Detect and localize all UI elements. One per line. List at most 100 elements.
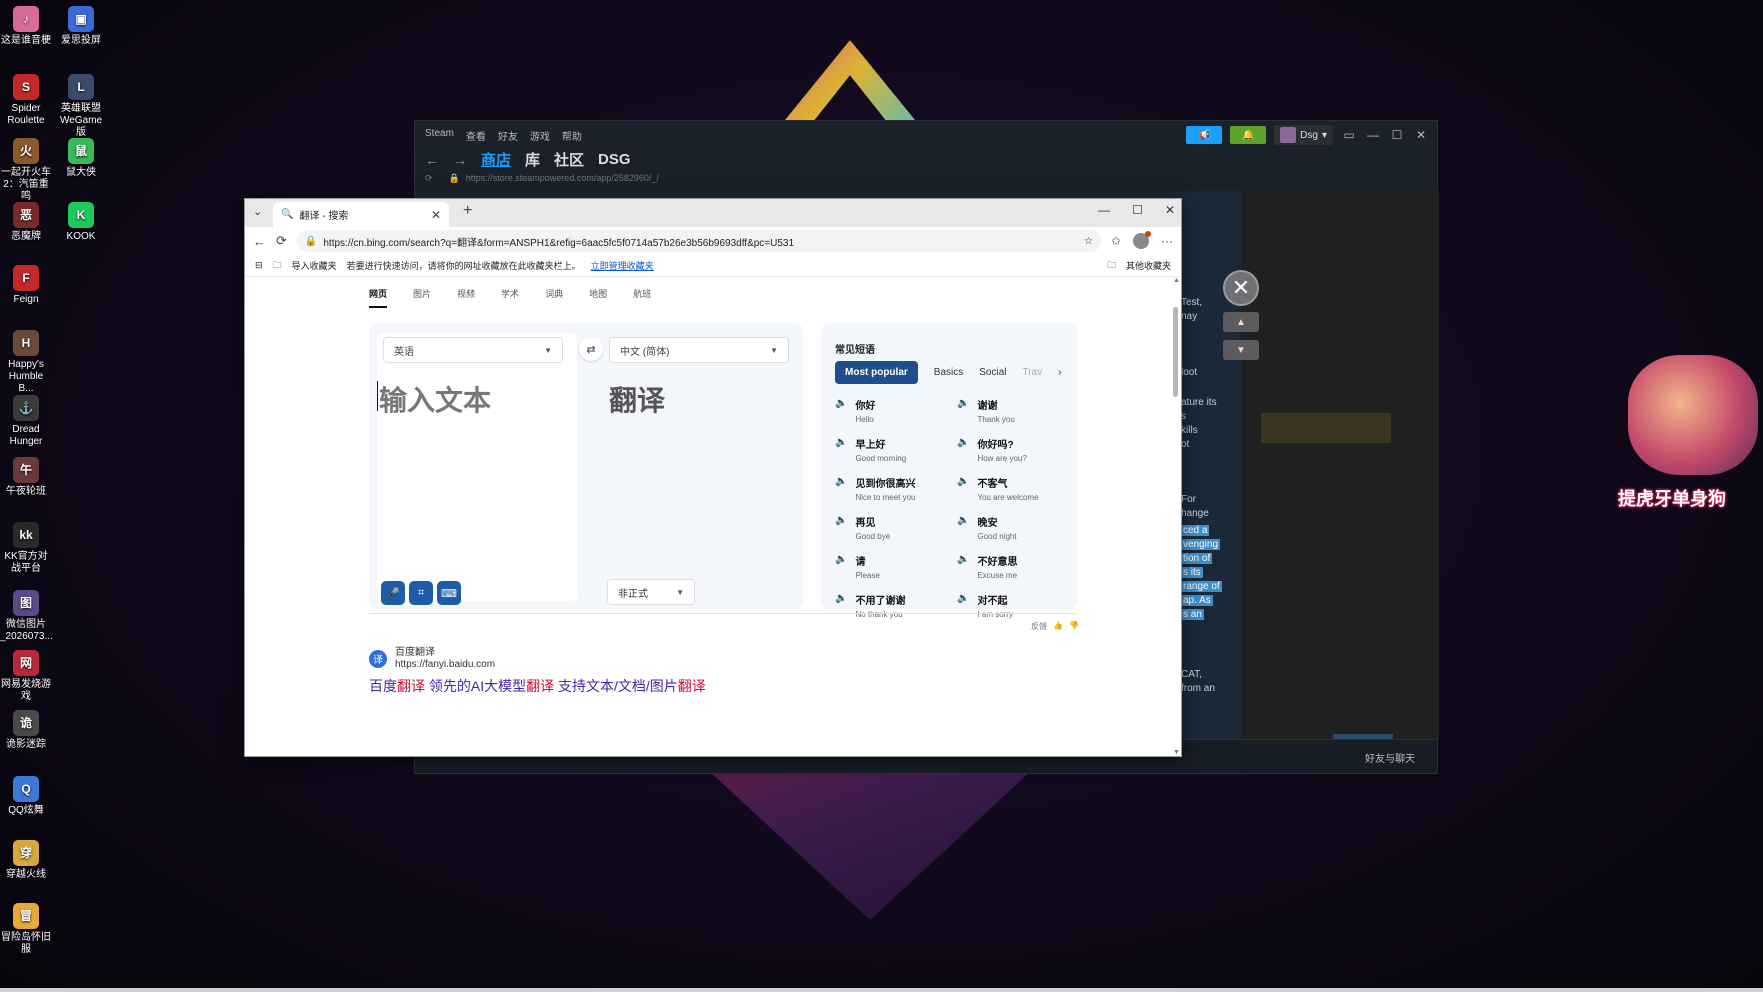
result-title-link[interactable]: 百度翻译 领先的AI大模型翻译 支持文本/文档/图片翻译 xyxy=(369,676,706,696)
desktop-icon[interactable]: Q QQ炫舞 xyxy=(0,776,52,817)
maximize-icon[interactable]: ☐ xyxy=(1389,128,1405,142)
sidebar-toggle-icon[interactable]: ⊟ xyxy=(255,260,263,271)
phrase-item[interactable]: 🔈 谢谢 Thank you xyxy=(957,397,1071,424)
tab-images[interactable]: 图片 xyxy=(413,287,431,308)
overlay-close-icon[interactable]: ✕ xyxy=(1223,270,1259,306)
speaker-icon[interactable]: 🔈 xyxy=(835,437,847,448)
desktop-icon[interactable]: 图微信图片_2026073... xyxy=(0,590,53,643)
steam-menu-help[interactable]: 帮助 xyxy=(562,128,582,143)
camera-scan-icon[interactable]: ⌗ xyxy=(409,581,433,605)
steam-nav-community[interactable]: 社区 xyxy=(554,149,584,170)
minimize-icon[interactable]: — xyxy=(1098,203,1110,217)
new-tab-icon[interactable]: + xyxy=(463,202,472,220)
desktop-icon[interactable]: 诡诡影迷踪 xyxy=(0,710,52,751)
steam-menu-view[interactable]: 查看 xyxy=(466,128,486,143)
other-favorites-button[interactable]: 其他收藏夹 xyxy=(1126,259,1171,272)
tab-academic[interactable]: 学术 xyxy=(501,287,519,308)
tab-videos[interactable]: 视频 xyxy=(457,287,475,308)
steam-nav-store[interactable]: 商店 xyxy=(481,149,511,170)
maximize-icon[interactable]: ☐ xyxy=(1132,203,1143,217)
desktop-icon[interactable]: ▣ 爱思投屏 xyxy=(55,6,107,47)
manage-favorites-link[interactable]: 立即管理收藏夹 xyxy=(591,259,654,272)
speaker-icon[interactable]: 🔈 xyxy=(957,437,969,448)
steam-menu-friends[interactable]: 好友 xyxy=(498,128,518,143)
desktop-icon[interactable]: F Feign xyxy=(0,265,52,306)
tab-dictionary[interactable]: 词典 xyxy=(545,287,563,308)
url-field[interactable]: 🔒 https://cn.bing.com/search?q=翻译&form=A… xyxy=(296,230,1101,252)
announcement-icon[interactable]: 📢 xyxy=(1186,126,1223,144)
desktop-icon[interactable]: 火一起开火车2：汽笛重鸣 xyxy=(0,138,52,203)
speaker-icon[interactable]: 🔈 xyxy=(835,515,847,526)
tab-maps[interactable]: 地图 xyxy=(589,287,607,308)
speaker-icon[interactable]: 🔈 xyxy=(835,398,847,409)
steam-nav-library[interactable]: 库 xyxy=(525,149,540,170)
favorite-star-icon[interactable]: ☆ xyxy=(1084,236,1093,247)
microphone-icon[interactable]: 🎤 xyxy=(381,581,405,605)
tab-actions-icon[interactable]: ⌄ xyxy=(253,205,262,218)
tab-flights[interactable]: 航班 xyxy=(633,287,651,308)
desktop-icon[interactable]: ♪ 这是谁音梗 xyxy=(0,6,52,47)
phrase-item[interactable]: 🔈 请 Please xyxy=(835,553,949,580)
speaker-icon[interactable]: 🔈 xyxy=(957,554,969,565)
notification-bell-icon[interactable]: 🔔 xyxy=(1230,126,1267,144)
phrase-item[interactable]: 🔈 不用了谢谢 No thank you xyxy=(835,592,949,619)
phrase-item[interactable]: 🔈 早上好 Good morning xyxy=(835,436,949,463)
favorites-icon[interactable]: ✩ xyxy=(1111,234,1121,248)
scrollbar[interactable]: ▲ ▼ xyxy=(1173,277,1180,756)
swap-languages-icon[interactable]: ⇄ xyxy=(579,337,603,361)
scroll-thumb[interactable] xyxy=(1173,307,1178,397)
overlay-up-icon[interactable]: ▲ xyxy=(1223,312,1259,332)
desktop-icon[interactable]: 网网易发烧游戏 xyxy=(0,650,52,703)
big-picture-icon[interactable]: ▭ xyxy=(1341,128,1357,142)
import-favorites-button[interactable]: 导入收藏夹 xyxy=(292,259,337,272)
close-icon[interactable]: ✕ xyxy=(1413,128,1429,142)
desktop-icon[interactable]: L 英雄联盟 WeGame版 xyxy=(55,74,107,139)
speaker-icon[interactable]: 🔈 xyxy=(957,593,969,604)
phrase-item[interactable]: 🔈 你好 Hello xyxy=(835,397,949,424)
speaker-icon[interactable]: 🔈 xyxy=(835,554,847,565)
phrase-item[interactable]: 🔈 晚安 Good night xyxy=(957,514,1071,541)
friends-chat-button[interactable]: 好友与聊天 xyxy=(1365,750,1415,765)
steam-nav-profile[interactable]: DSG xyxy=(598,151,631,168)
desktop-icon[interactable]: 冒冒险岛怀旧服 xyxy=(0,903,52,956)
phrase-item[interactable]: 🔈 对不起 I am sorry xyxy=(957,592,1071,619)
phrase-item[interactable]: 🔈 再见 Good bye xyxy=(835,514,949,541)
tab-travel[interactable]: Trav xyxy=(1022,367,1042,378)
target-language-select[interactable]: 中文 (简体) ▼ xyxy=(609,337,789,363)
phrase-item[interactable]: 🔈 不客气 You are welcome xyxy=(957,475,1071,502)
result-url[interactable]: https://fanyi.baidu.com xyxy=(395,659,495,670)
thumbs-up-icon[interactable]: 👍 xyxy=(1053,621,1063,632)
close-icon[interactable]: ✕ xyxy=(1165,203,1175,217)
tab-most-popular[interactable]: Most popular xyxy=(835,361,918,384)
scroll-up-icon[interactable]: ▲ xyxy=(1173,277,1180,284)
desktop-icon[interactable]: ⚓ Dread Hunger xyxy=(0,395,52,448)
steam-menu-games[interactable]: 游戏 xyxy=(530,128,550,143)
steam-menu-steam[interactable]: Steam xyxy=(425,128,454,143)
back-icon[interactable]: ← xyxy=(253,234,266,249)
thumbs-down-icon[interactable]: 👎 xyxy=(1069,621,1079,632)
forward-arrow-icon[interactable]: → xyxy=(453,152,467,168)
close-tab-icon[interactable]: ✕ xyxy=(431,208,441,222)
overlay-down-icon[interactable]: ▼ xyxy=(1223,340,1259,360)
tone-select[interactable]: 非正式 ▼ xyxy=(607,579,695,605)
speaker-icon[interactable]: 🔈 xyxy=(957,398,969,409)
source-language-select[interactable]: 英语 ▼ xyxy=(383,337,563,363)
tab-basics[interactable]: Basics xyxy=(934,367,963,378)
desktop-icon[interactable]: 穿穿越火线 xyxy=(0,840,52,881)
phrase-item[interactable]: 🔈 不好意思 Excuse me xyxy=(957,553,1071,580)
tab-translate-search[interactable]: 🔍 翻译 - 搜索 ✕ xyxy=(273,202,449,227)
keyboard-icon[interactable]: ⌨ xyxy=(437,581,461,605)
tab-social[interactable]: Social xyxy=(979,367,1006,378)
speaker-icon[interactable]: 🔈 xyxy=(835,593,847,604)
desktop-icon[interactable]: 鼠鼠大侠 xyxy=(55,138,107,179)
speaker-icon[interactable]: 🔈 xyxy=(835,476,847,487)
phrase-item[interactable]: 🔈 见到你很高兴 Nice to meet you xyxy=(835,475,949,502)
minimize-icon[interactable]: — xyxy=(1365,128,1381,142)
speaker-icon[interactable]: 🔈 xyxy=(957,515,969,526)
refresh-icon[interactable]: ⟳ xyxy=(276,233,287,249)
desktop-icon[interactable]: K KOOK xyxy=(55,202,107,243)
refresh-icon[interactable]: ⟳ xyxy=(425,173,433,183)
more-options-icon[interactable]: ··· xyxy=(1161,234,1173,248)
tab-web[interactable]: 网页 xyxy=(369,287,388,308)
source-text-input[interactable]: 输入文本 xyxy=(376,379,491,419)
